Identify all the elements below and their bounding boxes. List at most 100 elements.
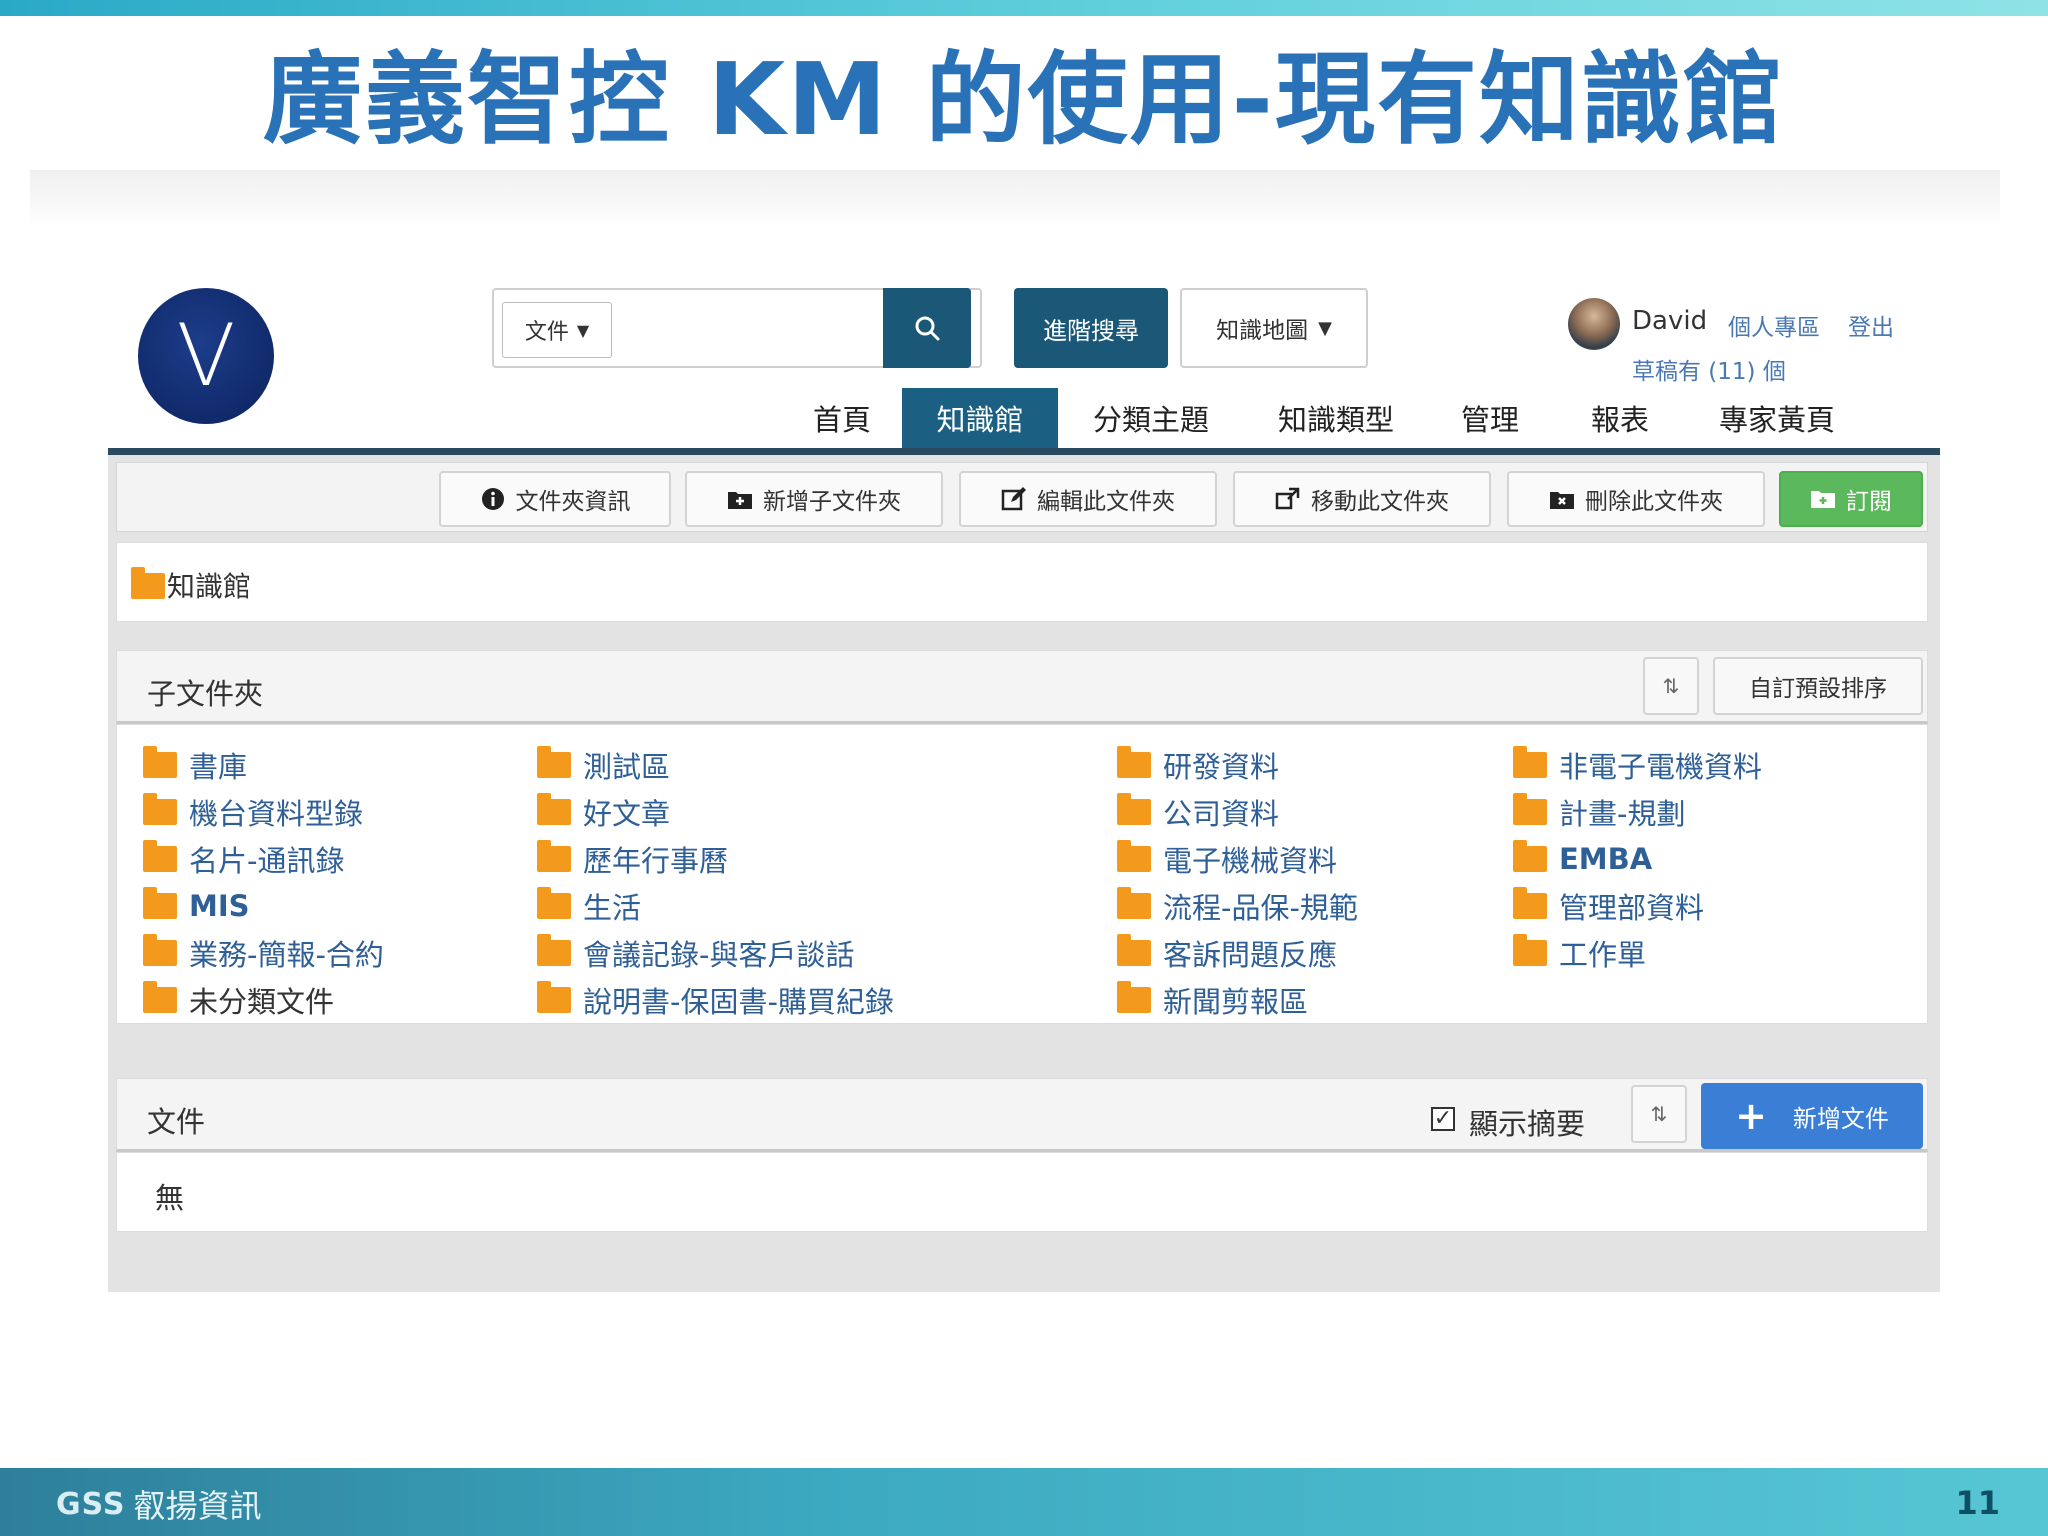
caret-down-icon: ▼ [1318, 317, 1332, 339]
documents-title: 文件 [147, 1105, 206, 1139]
folder-icon [1513, 840, 1547, 872]
sort-icon: ⇅ [1650, 1102, 1668, 1126]
subscribe-button[interactable]: 訂閱 [1779, 471, 1923, 527]
folder-icon [143, 840, 177, 872]
list-item[interactable]: 工作單 [1513, 933, 1646, 973]
list-item[interactable]: 測試區 [537, 745, 670, 785]
nav-reports[interactable]: 報表 [1570, 388, 1670, 448]
list-item[interactable]: 說明書-保固書-購買紀錄 [537, 980, 894, 1020]
search-icon [915, 316, 940, 341]
folder-icon [537, 934, 571, 966]
list-item[interactable]: 非電子電機資料 [1513, 745, 1762, 785]
edit-icon [1001, 486, 1027, 512]
folder-name: 公司資料 [1163, 797, 1280, 831]
subscribe-icon [1810, 486, 1836, 512]
search-type-select[interactable]: 文件 ▼ [502, 302, 612, 358]
folder-icon [1117, 793, 1151, 825]
folder-icon [143, 981, 177, 1013]
folder-remove-icon [1549, 486, 1575, 512]
sort-toggle-button[interactable]: ⇅ [1643, 657, 1699, 715]
profile-link[interactable]: 個人專區 [1728, 308, 1820, 342]
folder-name: EMBA [1559, 842, 1653, 876]
logout-link[interactable]: 登出 [1848, 308, 1894, 342]
show-summary-label[interactable]: 顯示摘要 [1469, 1101, 1585, 1143]
folder-name: 非電子電機資料 [1559, 750, 1763, 784]
list-item[interactable]: 客訴問題反應 [1117, 933, 1337, 973]
folder-name: 研發資料 [1163, 750, 1280, 784]
list-item[interactable]: 流程-品保-規範 [1117, 886, 1358, 926]
add-subfolder-button[interactable]: 新增子文件夾 [685, 471, 943, 527]
folder-icon [537, 981, 571, 1013]
documents-header: 文件 ✓ 顯示摘要 ⇅ + 新增文件 [116, 1078, 1928, 1152]
slide-title: 廣義智控 KM 的使用-現有知識館 [262, 41, 1786, 158]
folder-name: 名片-通訊錄 [189, 844, 345, 878]
folder-icon [1117, 840, 1151, 872]
default-sort-button[interactable]: 自訂預設排序 [1713, 657, 1923, 715]
page-number: 11 [1955, 1484, 2000, 1522]
nav-home[interactable]: 首頁 [788, 388, 896, 448]
advanced-search-button[interactable]: 進階搜尋 [1014, 288, 1168, 368]
delete-folder-label: 刪除此文件夾 [1585, 489, 1723, 515]
list-item[interactable]: 電子機械資料 [1117, 839, 1337, 879]
list-item[interactable]: 管理部資料 [1513, 886, 1704, 926]
folder-icon [1117, 746, 1151, 778]
move-folder-label: 移動此文件夾 [1311, 489, 1449, 515]
list-item[interactable]: 未分類文件 [143, 980, 334, 1020]
checkmark-icon: ✓ [1433, 1106, 1453, 1131]
subfolders-list: 書庫 機台資料型錄 名片-通訊錄 MIS 業務-簡報-合約 未分類文件 測試區 … [116, 724, 1928, 1024]
edit-folder-button[interactable]: 編輯此文件夾 [959, 471, 1217, 527]
move-folder-button[interactable]: 移動此文件夾 [1233, 471, 1491, 527]
list-item[interactable]: 會議記錄-與客戶談話 [537, 933, 854, 973]
folder-name: 電子機械資料 [1163, 844, 1338, 878]
nav-knowledge-hall[interactable]: 知識館 [902, 388, 1058, 448]
folder-name: MIS [189, 889, 250, 923]
list-item[interactable]: 名片-通訊錄 [143, 839, 344, 879]
add-subfolder-label: 新增子文件夾 [763, 489, 901, 515]
nav-knowledge-types[interactable]: 知識類型 [1256, 388, 1416, 448]
list-item[interactable]: 書庫 [143, 745, 247, 785]
list-item[interactable]: 計畫-規劃 [1513, 792, 1685, 832]
draft-count-link[interactable]: 草稿有 (11) 個 [1632, 352, 1786, 386]
show-summary-checkbox[interactable]: ✓ [1431, 1107, 1455, 1131]
search-button[interactable] [883, 288, 971, 368]
title-shadow [30, 170, 2000, 230]
folder-name: 工作單 [1559, 938, 1647, 972]
documents-sort-button[interactable]: ⇅ [1631, 1085, 1687, 1143]
nav-expert-pages[interactable]: 專家黃頁 [1702, 388, 1852, 448]
folder-name: 管理部資料 [1559, 891, 1705, 925]
list-item[interactable]: 研發資料 [1117, 745, 1279, 785]
subfolders-title: 子文件夾 [147, 677, 264, 711]
folder-name: 生活 [583, 891, 642, 925]
folder-icon [1513, 887, 1547, 919]
new-document-button[interactable]: + 新增文件 [1701, 1083, 1923, 1149]
list-item[interactable]: EMBA [1513, 839, 1652, 879]
list-item[interactable]: 歷年行事曆 [537, 839, 728, 879]
avatar[interactable] [1568, 298, 1620, 350]
folder-icon [537, 746, 571, 778]
folder-icon [1513, 746, 1547, 778]
folder-name: 客訴問題反應 [1163, 938, 1338, 972]
folder-icon [143, 887, 177, 919]
documents-list: 無 [116, 1152, 1928, 1232]
list-item[interactable]: 新聞剪報區 [1117, 980, 1308, 1020]
list-item[interactable]: 機台資料型錄 [143, 792, 363, 832]
folder-name: 說明書-保固書-購買紀錄 [583, 985, 894, 1019]
list-item[interactable]: 公司資料 [1117, 792, 1279, 832]
folder-info-button[interactable]: 文件夾資訊 [439, 471, 671, 527]
search-type-value: 文件 [524, 320, 569, 345]
list-item[interactable]: 生活 [537, 886, 641, 926]
folder-icon [1117, 934, 1151, 966]
list-item[interactable]: 好文章 [537, 792, 670, 832]
knowledge-map-dropdown[interactable]: 知識地圖 ▼ [1180, 288, 1368, 368]
list-item[interactable]: 業務-簡報-合約 [143, 933, 384, 973]
folder-name: 好文章 [583, 797, 671, 831]
list-item[interactable]: MIS [143, 886, 250, 926]
nav-category-topics[interactable]: 分類主題 [1076, 388, 1226, 448]
folder-name: 機台資料型錄 [189, 797, 364, 831]
folder-icon [131, 567, 165, 599]
delete-folder-button[interactable]: 刪除此文件夾 [1507, 471, 1765, 527]
breadcrumb-current[interactable]: 知識館 [167, 565, 251, 605]
nav-manage[interactable]: 管理 [1440, 388, 1540, 448]
folder-name: 歷年行事曆 [583, 844, 729, 878]
documents-empty-text: 無 [155, 1181, 185, 1215]
